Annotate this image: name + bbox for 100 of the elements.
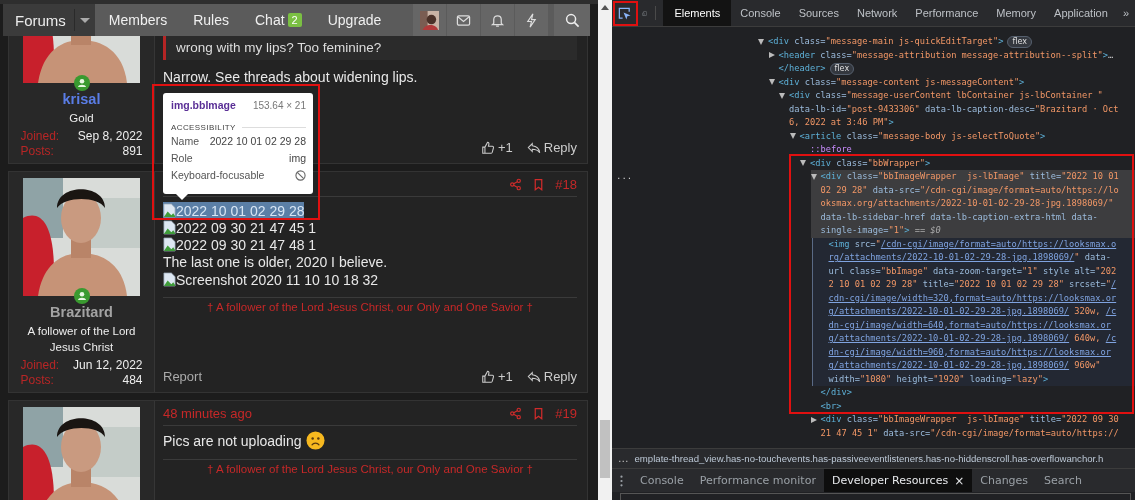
devtools-tab[interactable]: Elements <box>663 0 732 26</box>
user-title: Gold <box>68 111 95 126</box>
code-line: single-image="1"> == $0 <box>820 224 941 237</box>
nav-link[interactable]: Rules <box>181 4 241 36</box>
account-button[interactable] <box>412 4 446 36</box>
code-line: g/attachments/2022-10-01-02-29-28-jpg.1898069/ 640w, /c <box>828 332 1117 345</box>
signature-text: † A follower of the Lord Jesus Christ, our Only and One Savior † <box>207 301 533 313</box>
whats-new-button[interactable] <box>514 4 548 36</box>
stat-value: 891 <box>121 144 143 158</box>
code-line: <div class="message-content js-messageContent"> <box>778 75 1025 89</box>
drawer-tab[interactable]: Console <box>632 469 692 492</box>
forums-tab[interactable]: Forums <box>3 4 95 36</box>
kebab-menu-icon[interactable] <box>619 474 624 487</box>
code-link[interactable]: g/attachments/2022-10-01-02-29-28-jpg.1898069/ <box>828 333 1070 343</box>
reply-arrow-icon <box>526 140 541 155</box>
code-line: g/attachments/2022-10-01-02-29-28-jpg.1898069/ 960w" <box>828 359 1101 372</box>
nav-link[interactable]: Members <box>96 4 180 36</box>
code-link[interactable]: /c <box>1105 306 1117 316</box>
element-selector: img.bbImage <box>171 99 236 111</box>
code-link[interactable]: g/attachments/2022-10-01-02-29-28-jpg.1898069/ <box>828 360 1070 370</box>
gutter-ellipsis[interactable]: ... <box>616 170 633 184</box>
share-icon[interactable] <box>509 406 523 420</box>
property-value: img <box>289 152 306 164</box>
code-line: width="1080" height="1920" loading="lazy"> <box>828 372 1049 386</box>
code-link[interactable]: dn-cgi/image/width=960,format=auto/https://looksmax.or <box>828 346 1111 357</box>
broken-image-icon <box>163 272 176 287</box>
inbox-button[interactable] <box>446 4 480 36</box>
alerts-button[interactable] <box>480 4 514 36</box>
code-line: <article class="message-body js-selectToQuote"> <box>799 129 1046 143</box>
scrollbar[interactable] <box>598 0 612 500</box>
drawer-tab[interactable]: Developer Resources × <box>823 469 973 492</box>
search-button[interactable] <box>553 4 590 36</box>
breadcrumb-path[interactable]: emplate-thread_view.has-no-touchevents.has-passiveeventlisteners.has-no-hiddenscroll.has-overflowanchor.h <box>634 453 1104 464</box>
breadcrumb-ellipsis[interactable]: ... <box>618 452 629 465</box>
code-line: 6, 2022 at 3:46 PM"> <box>789 116 894 129</box>
username-link[interactable]: krisal <box>62 91 101 107</box>
blocked-icon <box>295 169 306 181</box>
property-value: 2022 10 01 02 29 28 <box>209 135 306 147</box>
reply-button[interactable]: Reply <box>526 140 577 155</box>
devtools-tab[interactable]: Console <box>731 0 790 26</box>
devtools-tab[interactable]: Sources <box>789 0 848 26</box>
code-link[interactable]: cdn-cgi/image/width=320,format=auto/https://looksmax.or <box>828 292 1117 303</box>
code-link[interactable]: /c <box>1105 333 1117 343</box>
mail-icon <box>456 12 471 28</box>
bell-icon <box>490 12 505 28</box>
element-size: 153.64 × 21 <box>252 100 306 111</box>
stat-value: 484 <box>121 373 143 387</box>
nav-link[interactable]: Upgrade <box>315 4 394 36</box>
drawer-tab[interactable]: Changes <box>972 469 1037 492</box>
flex-badge[interactable]: flex <box>829 62 855 75</box>
code-link[interactable]: dn-cgi/image/width=640,format=auto/https://looksmax.or <box>828 319 1111 330</box>
nav-label[interactable]: Forums <box>3 11 74 29</box>
post-text: Narrow. See threads about widening lips. <box>163 69 418 85</box>
stat-label: Posts: <box>20 144 55 158</box>
search-icon <box>564 12 580 28</box>
share-icon[interactable] <box>509 177 523 191</box>
code-line: 2 10 01 02 29 28" title="2022 10 01 02 29 28" srcset="/ <box>828 278 1117 291</box>
code-line: g/attachments/2022-10-01-02-29-28-jpg.1898069/ 320w, /c <box>828 305 1117 318</box>
filter-field[interactable] <box>620 493 1131 500</box>
quote-text: wrong with my lips? Too feminine? <box>176 40 382 55</box>
flex-badge[interactable]: flex <box>1007 35 1032 48</box>
nav-link[interactable]: Chat 2 <box>243 4 314 36</box>
code-line: 21 47 45 1" data-src="/cdn-cgi/image/format=auto/https:// <box>820 426 1119 440</box>
reply-button[interactable]: Reply <box>526 369 577 384</box>
code-link[interactable]: /cdn-cgi/image/format=auto/https://looksmax.o <box>880 238 1117 249</box>
code-line: rg/attachments/2022-10-01-02-29-28-jpg.1898069/" data- <box>828 251 1111 264</box>
code-line: ::before <box>810 143 852 156</box>
code-line: data-lb-id="post-9433306" data-lb-caption-desc="Brazitard · Oct <box>789 102 1119 116</box>
user-title: A follower of the Lord Jesus Christ <box>26 324 137 355</box>
property-label: Keyboard-focusable <box>171 169 265 181</box>
drawer-tab[interactable]: Search <box>1036 469 1090 492</box>
thumbs-up-icon <box>480 369 495 384</box>
code-link[interactable]: rg/attachments/2022-10-01-02-29-28-jpg.1898069/ <box>828 252 1075 262</box>
like-button[interactable]: +1 <box>480 369 513 384</box>
code-line: 02 29 28" data-src="/cdn-cgi/image/format=auto/https://lo <box>820 183 1119 197</box>
stat-label: Joined: <box>20 358 60 372</box>
code-line: </div> <box>820 386 852 399</box>
devtools-tab[interactable]: Memory <box>987 0 1046 26</box>
broken-image-icon <box>163 203 176 218</box>
devtools-tab[interactable]: Performance <box>906 0 988 26</box>
report-link[interactable]: Report <box>163 369 203 384</box>
bolt-icon <box>524 12 539 28</box>
code-link[interactable]: g/attachments/2022-10-01-02-29-28-jpg.1898069/ <box>828 306 1070 316</box>
code-line: <div class="message-userContent lbContainer js-lbContainer " <box>789 89 1103 102</box>
devtools-tab[interactable]: Network <box>848 0 907 26</box>
username-link[interactable]: Brazitard <box>50 304 113 320</box>
property-label: Role <box>171 152 193 164</box>
scrollbar-thumb[interactable] <box>600 420 610 478</box>
code-line: <header class="message-attribution message-attribution--split">… <box>778 48 1114 62</box>
property-label: Name <box>171 135 199 147</box>
like-button[interactable]: +1 <box>480 140 513 155</box>
code-link[interactable]: / <box>1110 279 1117 289</box>
section-heading: ACCESSIBILITY <box>171 123 236 132</box>
highlight-frame <box>613 1 638 26</box>
more-tabs-button[interactable]: » <box>1116 0 1135 26</box>
drawer-tab[interactable]: Performance monitor <box>691 469 824 492</box>
code-line: <div class="bbWrapper"> <box>810 156 931 170</box>
devtools-tab[interactable]: Application <box>1045 0 1117 26</box>
broken-image-icon <box>163 237 176 252</box>
code-line: <div class="message-main js-quickEditTarget"> <box>768 35 1004 48</box>
